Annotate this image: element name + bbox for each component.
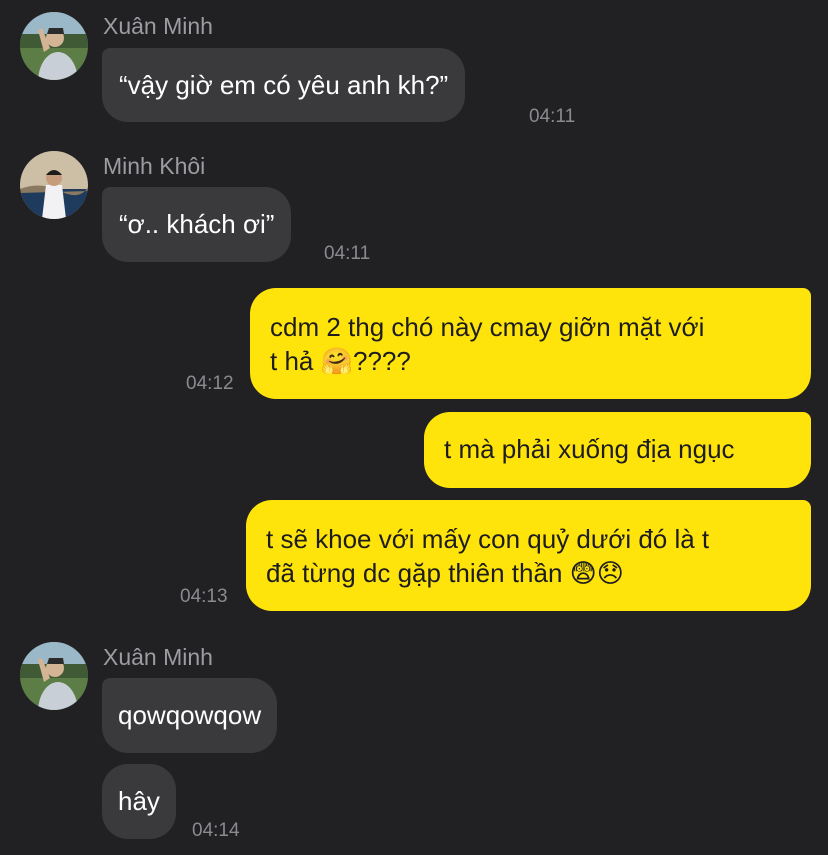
fearful-face-emoji-icon: 😨: [569, 559, 597, 589]
sender-name: Minh Khôi: [103, 153, 206, 179]
message-timestamp: 04:14: [192, 820, 240, 841]
message-text-line: t sẽ khoe với mấy con quỷ dưới đó là t: [266, 524, 710, 554]
message-timestamp: 04:12: [186, 373, 234, 394]
incoming-message-bubble[interactable]: “vậy giờ em có yêu anh kh?”: [102, 48, 466, 122]
message-text-line: đã từng dc gặp thiên thần 😨😞: [266, 558, 624, 589]
avatar-minh-khoi[interactable]: [20, 151, 88, 219]
incoming-message-bubble[interactable]: “ơ.. khách ơi”: [102, 187, 292, 262]
message-timestamp: 04:13: [180, 586, 228, 607]
outgoing-message-bubble[interactable]: t sẽ khoe với mấy con quỷ dưới đó là t đ…: [246, 500, 811, 611]
incoming-message-bubble[interactable]: hây: [102, 764, 176, 839]
message-text-line: cdm 2 thg chó này cmay giỡn mặt với: [270, 312, 705, 342]
hugging-face-emoji-icon: 🤗: [320, 347, 353, 377]
outgoing-message-bubble[interactable]: cdm 2 thg chó này cmay giỡn mặt với t hả…: [250, 288, 811, 399]
avatar-xuan-minh[interactable]: [20, 12, 88, 80]
incoming-message-bubble[interactable]: qowqowqow: [102, 678, 278, 753]
sender-name: Xuân Minh: [103, 13, 213, 39]
message-text: “ơ.. khách ơi”: [119, 209, 275, 239]
sender-name: Xuân Minh: [103, 644, 213, 670]
message-timestamp: 04:11: [324, 243, 371, 264]
message-text-line: t hả 🤗????: [270, 346, 411, 377]
message-text: t mà phải xuống địa ngục: [444, 434, 735, 464]
message-timestamp: 04:11: [529, 106, 576, 127]
message-text: qowqowqow: [118, 700, 262, 730]
disappointed-face-emoji-icon: 😞: [596, 559, 624, 589]
avatar-xuan-minh[interactable]: [20, 642, 88, 710]
message-text: “vậy giờ em có yêu anh kh?”: [119, 70, 449, 100]
message-text: hây: [118, 786, 160, 816]
outgoing-message-bubble[interactable]: t mà phải xuống địa ngục: [424, 412, 811, 488]
